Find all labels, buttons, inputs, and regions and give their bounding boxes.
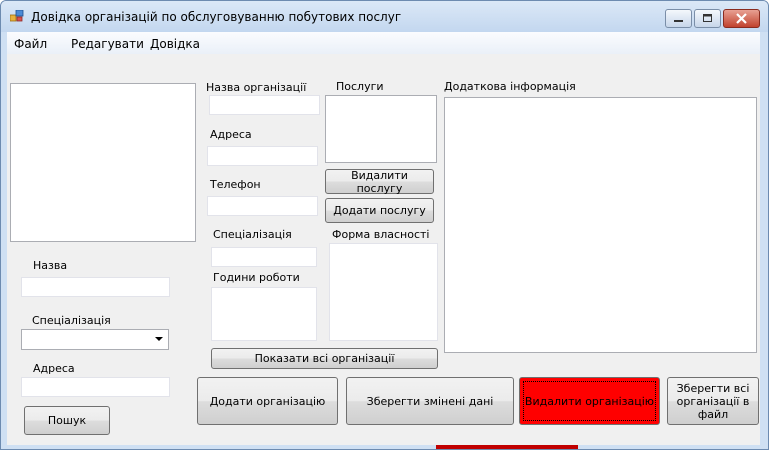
save-changes-button[interactable]: Зберегти змінені дані	[346, 377, 514, 425]
maximize-button[interactable]	[694, 9, 721, 28]
org-phone-input[interactable]	[207, 196, 318, 216]
search-button-label: Пошук	[47, 414, 87, 427]
close-icon	[736, 13, 747, 24]
search-name-label: Назва	[33, 259, 68, 272]
search-button[interactable]: Пошук	[24, 406, 110, 435]
show-all-orgs-label: Показати всі організації	[254, 352, 395, 365]
extra-info-label: Додаткова інформація	[444, 80, 576, 93]
menu-edit[interactable]: Редагувати	[71, 37, 144, 51]
chevron-down-icon	[155, 337, 163, 341]
search-name-input[interactable]	[21, 277, 170, 297]
add-organization-button[interactable]: Додати організацію	[197, 377, 338, 425]
org-hours-label: Години роботи	[213, 271, 300, 284]
org-specialization-input[interactable]	[211, 247, 317, 267]
add-service-button[interactable]: Додати послугу	[325, 198, 434, 223]
window-title: Довідка організацій по обслуговуванню по…	[31, 10, 402, 24]
menu-help[interactable]: Довідка	[150, 37, 200, 51]
delete-organization-label: Видалити організацію	[524, 394, 655, 408]
taskbar-edge	[436, 445, 578, 449]
show-all-orgs-button[interactable]: Показати всі організації	[211, 348, 438, 369]
remove-service-label: Видалити послугу	[351, 168, 408, 195]
form-client-area: Файл Редагувати Довідка Назва Спеціаліза…	[7, 32, 760, 445]
menu-bar: Файл Редагувати Довідка	[7, 32, 760, 54]
org-specialization-label: Спеціалізація	[213, 228, 292, 241]
search-address-input[interactable]	[21, 377, 170, 397]
org-address-label: Адреса	[210, 128, 252, 141]
minimize-button[interactable]	[665, 9, 692, 28]
close-button[interactable]	[723, 9, 760, 28]
ownership-label: Форма власності	[332, 228, 430, 241]
org-hours-textarea[interactable]	[211, 287, 317, 341]
app-icon	[10, 10, 24, 22]
services-label: Послуги	[336, 80, 384, 93]
menu-file[interactable]: Файл	[14, 37, 47, 51]
search-specialization-label: Спеціалізація	[32, 314, 111, 327]
ownership-list[interactable]	[329, 243, 438, 341]
services-list[interactable]	[325, 95, 437, 163]
title-bar[interactable]: Довідка організацій по обслуговуванню по…	[1, 1, 768, 32]
remove-service-button[interactable]: Видалити послугу	[325, 168, 434, 195]
restore-icon	[703, 14, 712, 22]
org-phone-label: Телефон	[210, 178, 261, 191]
organizations-list[interactable]	[10, 83, 196, 242]
add-service-label: Додати послугу	[333, 204, 426, 217]
minimize-icon	[674, 20, 683, 22]
delete-organization-button[interactable]: Видалити організацію	[519, 377, 660, 425]
org-name-input[interactable]	[209, 95, 320, 115]
org-address-input[interactable]	[207, 146, 318, 166]
app-window: Довідка організацій по обслуговуванню по…	[0, 0, 769, 450]
save-changes-label: Зберегти змінені дані	[366, 394, 494, 408]
extra-info-textarea[interactable]	[444, 97, 757, 353]
search-specialization-select[interactable]	[21, 329, 169, 350]
add-organization-label: Додати організацію	[209, 394, 326, 408]
org-name-label: Назва організації	[206, 81, 307, 94]
save-to-file-label: Зберегти всі організації в файл	[676, 381, 750, 421]
save-to-file-button[interactable]: Зберегти всі організації в файл	[667, 377, 759, 425]
search-address-label: Адреса	[33, 362, 75, 375]
